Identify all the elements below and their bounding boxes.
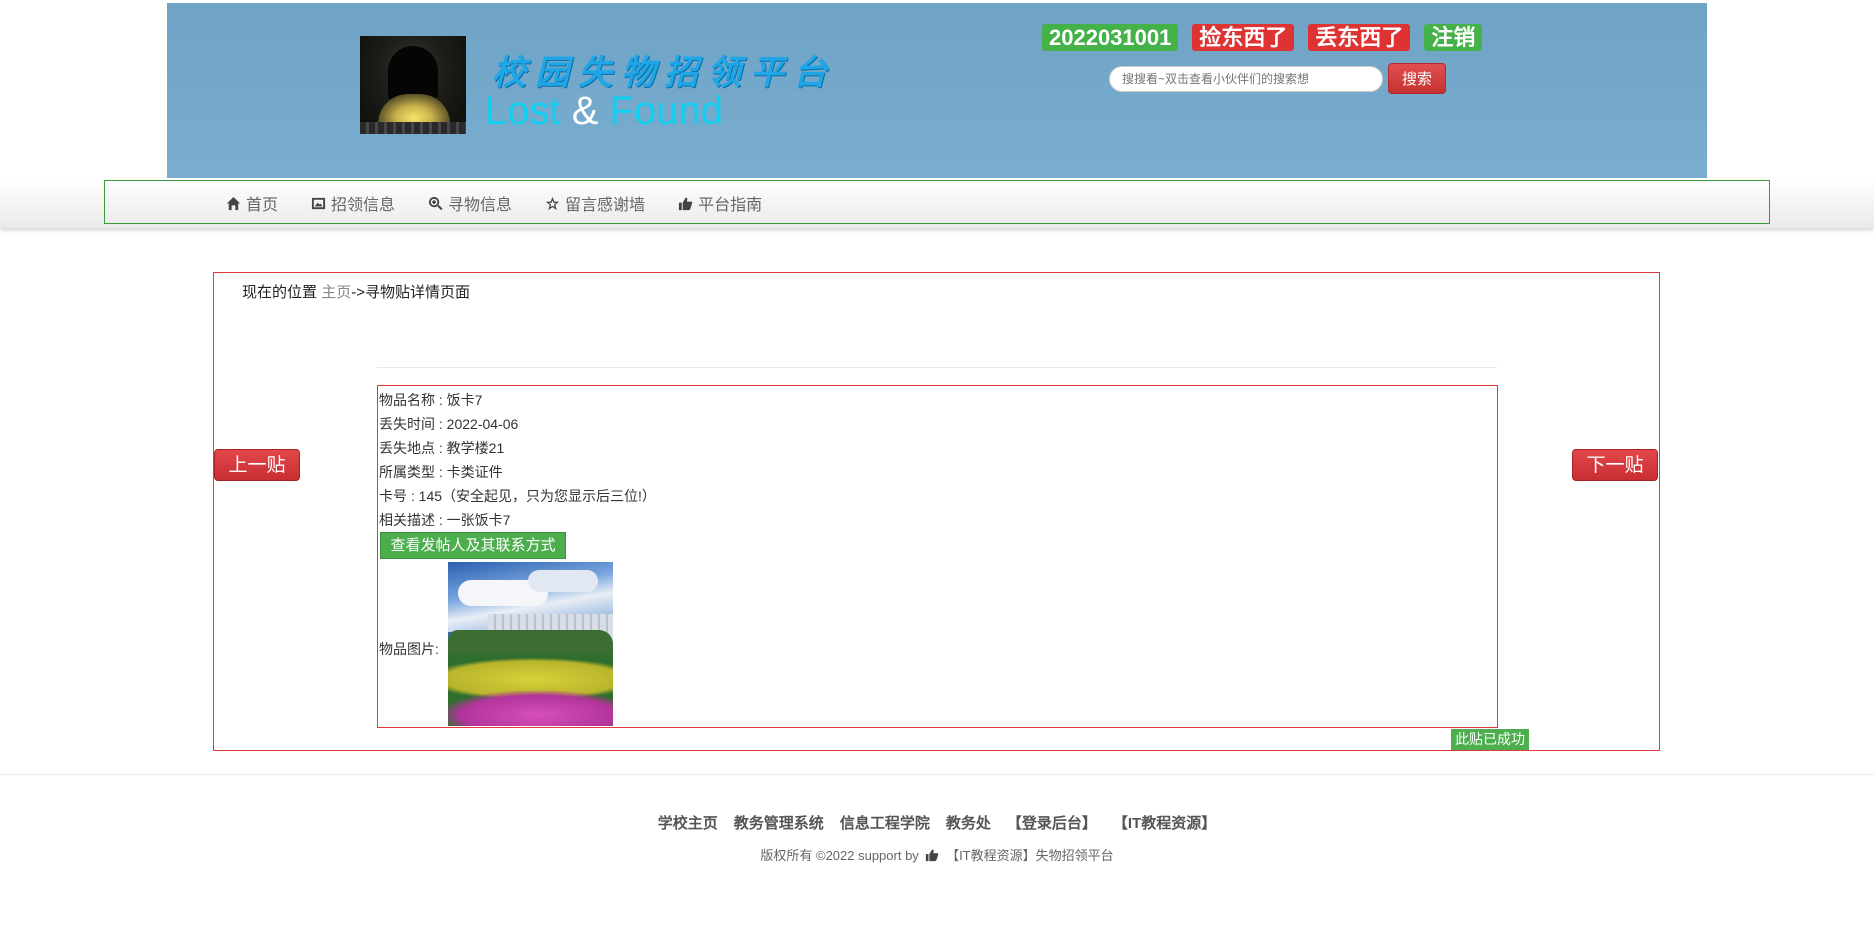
copyright-suffix[interactable]: 【IT教程资源】失物招领平台 [946,848,1114,863]
post-detail-container: 现在的位置 主页->寻物贴详情页面 上一贴 下一贴 物品名称 : 饭卡7 丢失时… [213,272,1660,751]
copyright-prefix: 版权所有 ©2022 support by [760,848,919,863]
breadcrumb-arrow: -> [351,284,365,301]
view-contact-button[interactable]: 查看发帖人及其联系方式 [380,532,566,559]
title-found: Found [609,89,723,133]
breadcrumb-home-link[interactable]: 主页 [321,284,351,301]
post-detail-box: 物品名称 : 饭卡7 丢失时间 : 2022-04-06 丢失地点 : 教学楼2… [377,385,1498,728]
lost-item-button[interactable]: 丢东西了 [1308,24,1411,51]
footer-link-academic-office[interactable]: 教务处 [946,812,991,833]
nav-item-label: 留言感谢墙 [565,197,646,214]
nav-items: 首页 招领信息 寻物信息 留言感谢墙 平台指南 [226,181,762,225]
nav-item-home[interactable]: 首页 [226,191,278,215]
nav-item-thanks-wall[interactable]: 留言感谢墙 [545,191,645,215]
nav-item-lost-info[interactable]: 寻物信息 [428,191,512,215]
item-category: 所属类型 : 卡类证件 [379,464,503,480]
header-banner: 校园失物招领平台 Lost & Found 2022031001 捡东西了 丢东… [167,3,1707,179]
lost-location: 丢失地点 : 教学楼21 [379,440,505,456]
title-lost: Lost [485,89,561,133]
nav-item-label: 平台指南 [698,197,763,214]
status-badge: 此贴已成功 [1451,729,1529,750]
thumbs-up-icon [679,197,693,210]
nav-item-found-info[interactable]: 招领信息 [311,191,395,215]
nav-bar: 首页 招领信息 寻物信息 留言感谢墙 平台指南 [0,178,1874,228]
item-name: 物品名称 : 饭卡7 [379,392,483,408]
prev-post-button[interactable]: 上一贴 [214,449,300,481]
search-input[interactable] [1109,65,1383,92]
breadcrumb: 现在的位置 主页->寻物贴详情页面 [242,281,470,302]
nav-item-label: 寻物信息 [448,197,513,214]
item-description: 相关描述 : 一张饭卡7 [379,512,511,528]
star-icon [545,196,560,210]
site-title-en: Lost & Found [485,89,723,134]
breadcrumb-prefix: 现在的位置 [242,284,318,301]
nav-item-label: 招领信息 [331,197,396,214]
footer-divider [0,774,1874,775]
logout-button[interactable]: 注销 [1424,24,1483,51]
search-bar: 搜索 [1109,63,1446,94]
site-title-cn: 校园失物招领平台 [492,53,836,93]
header-actions: 2022031001 捡东西了 丢东西了 注销 [1042,24,1483,51]
footer-link-admin-login[interactable]: 【登录后台】 [1007,812,1097,833]
divider [377,367,1497,368]
next-post-button[interactable]: 下一贴 [1572,449,1658,481]
zoom-icon [428,196,443,210]
user-id-badge[interactable]: 2022031001 [1042,24,1179,51]
search-button[interactable]: 搜索 [1388,63,1446,94]
nav-item-guide[interactable]: 平台指南 [678,191,762,215]
logo-image [360,36,466,134]
home-icon [226,196,241,210]
item-photo[interactable] [448,562,613,726]
found-item-button[interactable]: 捡东西了 [1192,24,1295,51]
thumbs-up-icon [926,849,939,862]
title-amp: & [571,89,599,133]
copyright: 版权所有 ©2022 support by 【IT教程资源】失物招领平台 [0,845,1874,864]
photo-label: 物品图片: [379,641,439,657]
nav-item-label: 首页 [246,197,279,214]
footer-link-it-resources[interactable]: 【IT教程资源】 [1113,812,1216,833]
card-number: 卡号 : 145（安全起见，只为您显示后三位!） [379,488,656,504]
footer-link-school[interactable]: 学校主页 [658,812,718,833]
picture-icon [311,197,326,209]
nav-inner: 首页 招领信息 寻物信息 留言感谢墙 平台指南 [104,180,1770,224]
lost-time: 丢失时间 : 2022-04-06 [379,416,519,432]
breadcrumb-current: 寻物贴详情页面 [364,284,470,301]
footer-link-it-college[interactable]: 信息工程学院 [840,812,930,833]
footer-link-academic-system[interactable]: 教务管理系统 [734,812,824,833]
footer-links: 学校主页 教务管理系统 信息工程学院 教务处 【登录后台】 【IT教程资源】 [0,812,1874,833]
